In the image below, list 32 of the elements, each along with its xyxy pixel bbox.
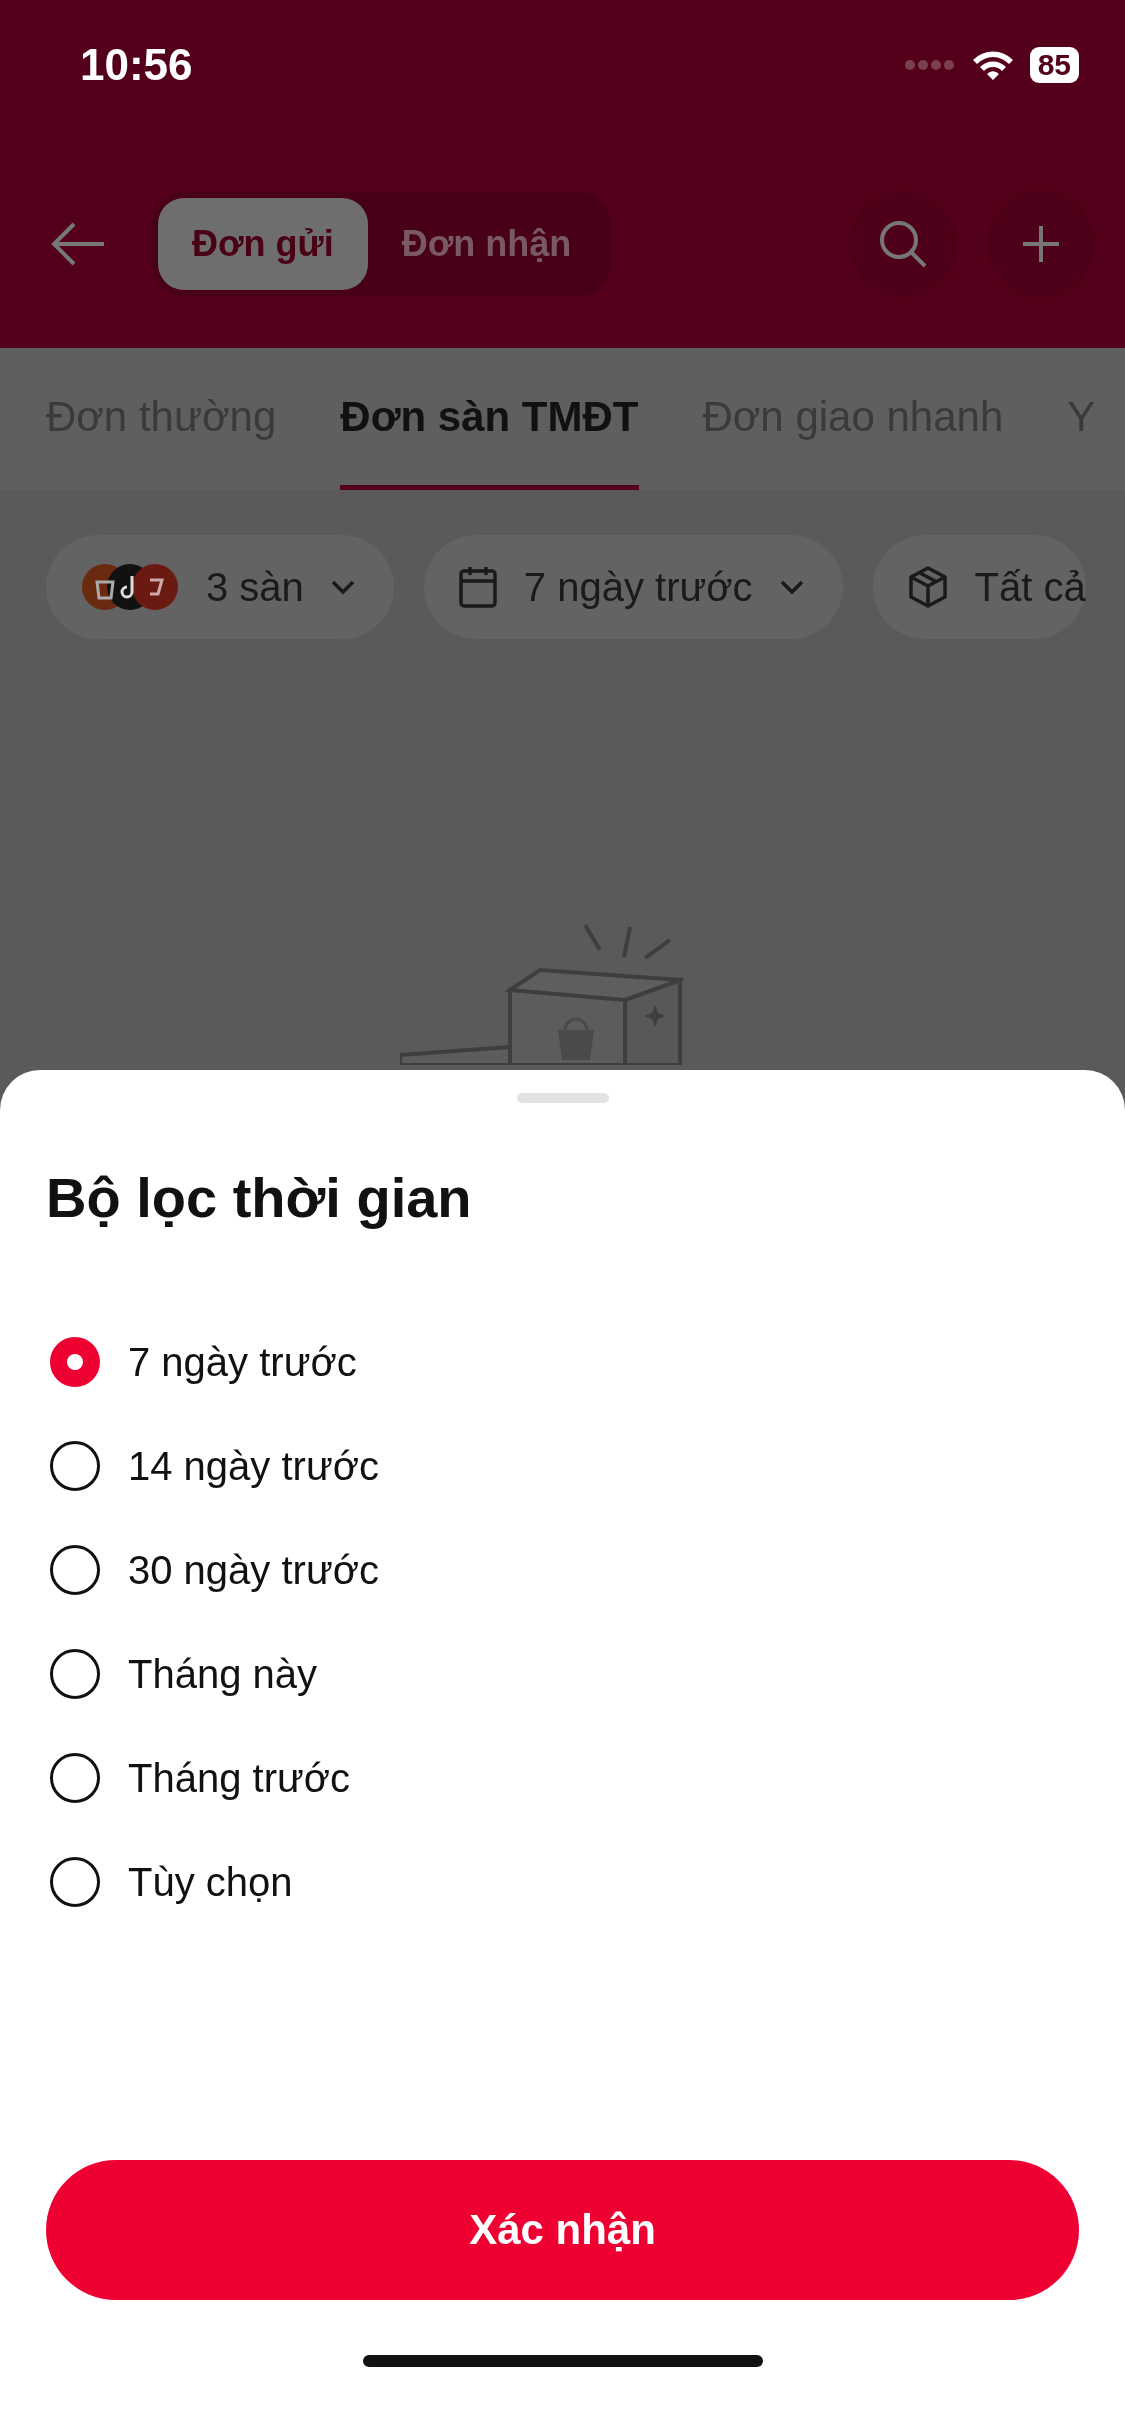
filter-chip[interactable]: 3 sàn — [46, 535, 394, 639]
category-tab[interactable]: Đơn sàn TMĐT — [340, 348, 639, 490]
radio-button[interactable] — [50, 1857, 100, 1907]
filter-chip[interactable]: Tất cả — [872, 535, 1086, 639]
time-option[interactable]: Tháng trước — [0, 1726, 1125, 1830]
segment-tab[interactable]: Đơn nhận — [367, 198, 606, 290]
signal-icon — [903, 59, 956, 71]
search-icon — [877, 218, 929, 270]
radio-button[interactable] — [50, 1337, 100, 1387]
calendar-icon — [457, 565, 498, 609]
status-time: 10:56 — [80, 40, 193, 90]
store-logos-icon — [80, 562, 180, 612]
battery-level: 85 — [1029, 47, 1079, 83]
radio-button[interactable] — [50, 1545, 100, 1595]
time-option[interactable]: Tùy chọn — [0, 1830, 1125, 1934]
box-icon — [906, 565, 949, 609]
segment-tab[interactable]: Đơn gửi — [158, 198, 368, 290]
time-option[interactable]: 30 ngày trước — [0, 1518, 1125, 1622]
time-option[interactable]: 7 ngày trước — [0, 1310, 1125, 1414]
back-arrow-icon[interactable] — [50, 222, 106, 266]
time-option[interactable]: 14 ngày trước — [0, 1414, 1125, 1518]
chevron-down-icon — [329, 579, 356, 595]
confirm-button[interactable]: Xác nhận — [46, 2160, 1079, 2300]
radio-button[interactable] — [50, 1441, 100, 1491]
chevron-down-icon — [778, 579, 805, 595]
radio-button[interactable] — [50, 1753, 100, 1803]
sheet-title: Bộ lọc thời gian — [46, 1165, 473, 1231]
drag-handle[interactable] — [516, 1093, 609, 1103]
plus-icon — [1021, 224, 1061, 264]
filter-chip[interactable]: 7 ngày trước — [423, 535, 843, 639]
radio-button[interactable] — [50, 1649, 100, 1699]
time-option[interactable]: Tháng này — [0, 1622, 1125, 1726]
